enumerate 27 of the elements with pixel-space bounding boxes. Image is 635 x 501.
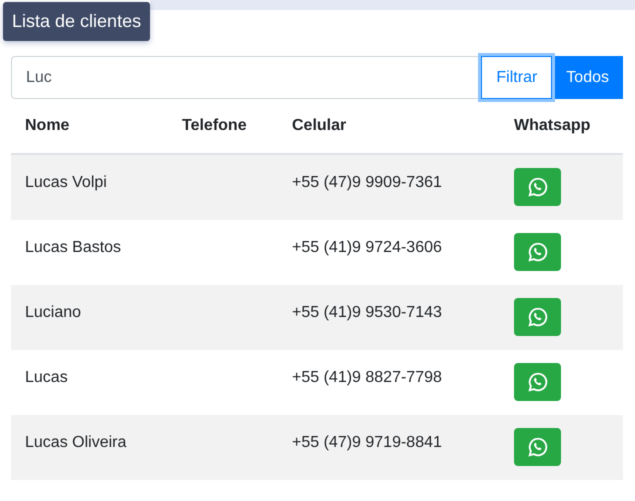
- table-cell-text: +55 (41)9 8827-7798: [291, 368, 443, 388]
- table-cell-text: Luciano: [24, 303, 82, 323]
- whatsapp-icon: [526, 241, 548, 263]
- whatsapp-button[interactable]: [514, 428, 561, 466]
- column-header: Whatsapp: [513, 117, 592, 135]
- whatsapp-button[interactable]: [514, 363, 561, 401]
- column-header: Celular: [291, 117, 348, 135]
- column-header: Nome: [24, 117, 70, 135]
- table-cell-text: +55 (41)9 9530-7143: [291, 303, 443, 323]
- whatsapp-icon: [526, 306, 548, 328]
- whatsapp-button[interactable]: [514, 298, 561, 336]
- table-cell-text: +55 (47)9 9719-8841: [291, 433, 443, 453]
- table-cell-text: Lucas Volpi: [24, 173, 108, 193]
- whatsapp-icon: [526, 176, 548, 198]
- table-cell-text: +55 (47)9 9909-7361: [291, 173, 443, 193]
- all-button[interactable]: Todos: [552, 56, 623, 99]
- whatsapp-button[interactable]: [514, 168, 561, 206]
- whatsapp-button[interactable]: [514, 233, 561, 271]
- table-cell-text: Lucas Bastos: [24, 238, 122, 258]
- column-header: Telefone: [181, 117, 248, 135]
- table-cell-text: Lucas Oliveira: [24, 433, 128, 453]
- whatsapp-icon: [526, 436, 548, 458]
- filter-button[interactable]: Filtrar: [481, 56, 552, 99]
- whatsapp-icon: [526, 371, 548, 393]
- table-cell-text: +55 (41)9 9724-3606: [291, 238, 443, 258]
- page-title: Lista de clientes: [3, 2, 150, 41]
- table-cell-text: Lucas: [24, 368, 69, 388]
